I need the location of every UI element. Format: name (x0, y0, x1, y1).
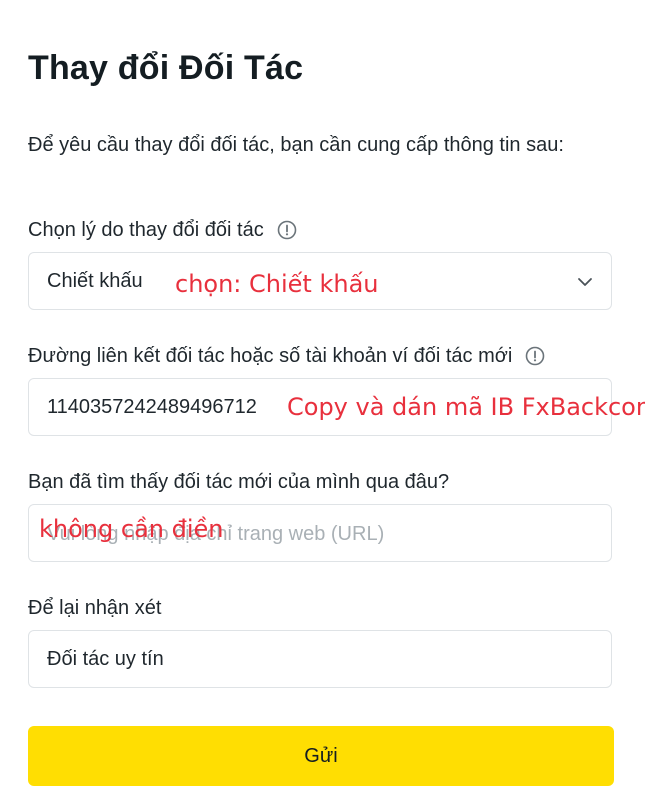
source-input[interactable]: Vui lòng nhập địa chỉ trang web (URL) kh… (28, 504, 612, 562)
reason-label-row: Chọn lý do thay đổi đối tác (28, 216, 298, 244)
comment-label-row: Để lại nhận xét (28, 594, 161, 622)
intro-text: Để yêu cầu thay đổi đối tác, bạn cần cun… (28, 134, 564, 156)
partner-link-label-row: Đường liên kết đối tác hoặc số tài khoản… (28, 342, 546, 370)
submit-button[interactable]: Gửi (28, 726, 614, 786)
source-annotation: không cần điền (39, 515, 224, 543)
comment-label: Để lại nhận xét (28, 597, 162, 619)
partner-link-input[interactable]: 114035724248949671​2 Copy và dán mã IB F… (28, 378, 645, 436)
source-label-row: Bạn đã tìm thấy đối tác mới của mình qua… (28, 468, 449, 496)
reason-annotation: chọn: Chiết khấu (175, 270, 379, 298)
info-icon[interactable] (524, 345, 546, 367)
page-title: Thay đổi Đối Tác (28, 49, 304, 87)
reason-selected-value: Chiết khấu (47, 270, 143, 292)
source-label: Bạn đã tìm thấy đối tác mới của mình qua… (28, 471, 450, 493)
chevron-down-icon[interactable] (575, 272, 595, 292)
info-icon[interactable] (276, 219, 298, 241)
reason-label: Chọn lý do thay đổi đối tác (28, 219, 264, 241)
partner-link-label: Đường liên kết đối tác hoặc số tài khoản… (28, 345, 513, 367)
change-partner-form: Thay đổi Đối Tác Để yêu cầu thay đổi đối… (0, 0, 645, 811)
comment-value: Đối tác uy tín (47, 648, 164, 670)
partner-link-annotation: Copy và dán mã IB FxBackcom (287, 393, 645, 421)
reason-select[interactable]: Chiết khấu chọn: Chiết khấu (28, 252, 612, 310)
comment-input[interactable]: Đối tác uy tín (28, 630, 612, 688)
partner-link-value: 114035724248949671​2 (47, 396, 257, 418)
